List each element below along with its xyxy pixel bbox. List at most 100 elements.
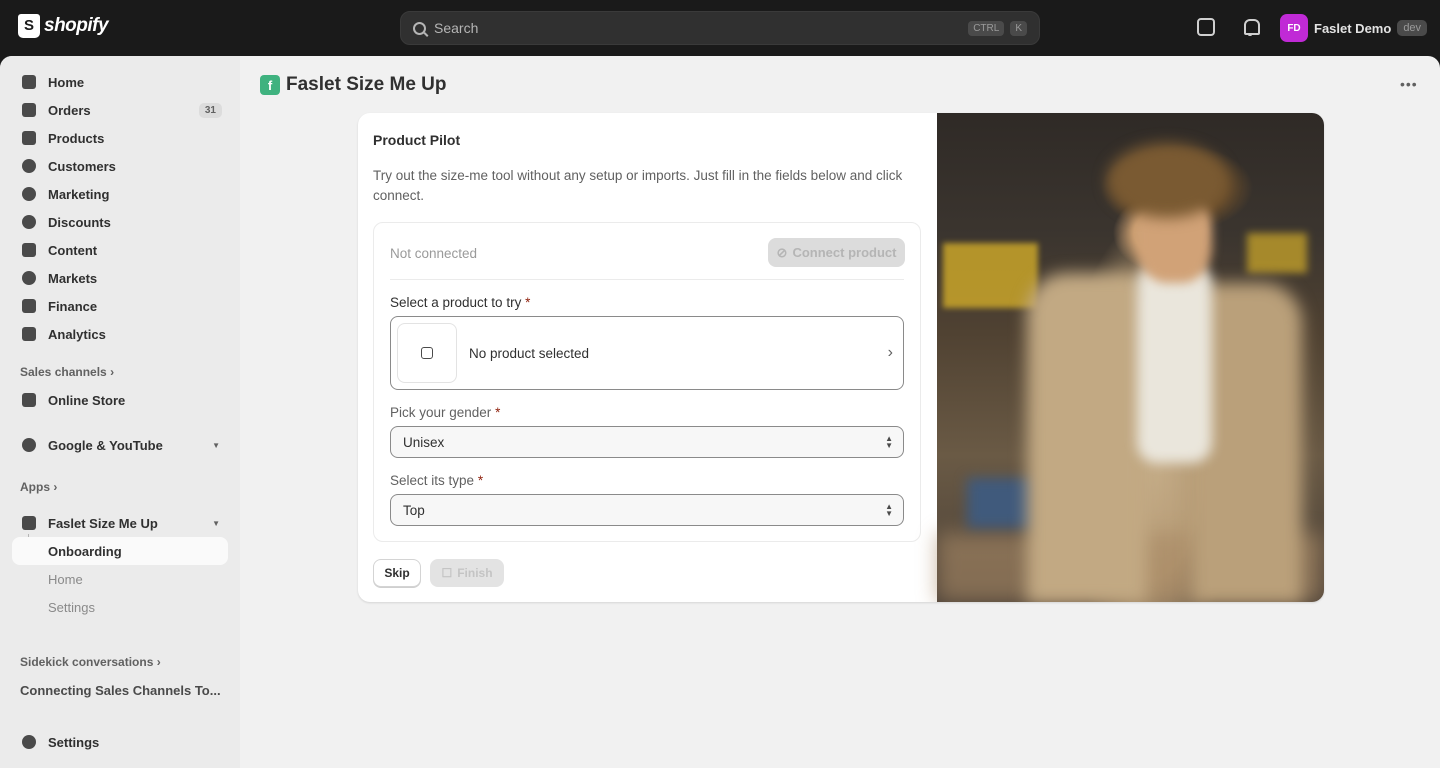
gear-icon bbox=[22, 735, 36, 749]
hero-image bbox=[937, 113, 1324, 602]
bank-icon bbox=[22, 299, 36, 313]
sidebar-item-markets[interactable]: Markets bbox=[12, 264, 228, 292]
card-form-section: Product Pilot Try out the size-me tool w… bbox=[358, 113, 937, 602]
tag-icon bbox=[22, 131, 36, 145]
skip-button[interactable]: Skip bbox=[373, 559, 421, 587]
search-bar[interactable]: Search CTRL K bbox=[400, 11, 1040, 45]
sidebar-item-discounts[interactable]: Discounts bbox=[12, 208, 228, 236]
product-field-label: Select a product to try * bbox=[390, 295, 530, 310]
product-picker[interactable]: No product selected › bbox=[390, 316, 904, 390]
top-bar: shopify Search CTRL K FD Faslet Demo dev bbox=[0, 0, 1440, 56]
sidebar-subitem-label: Home bbox=[48, 571, 83, 587]
target-icon bbox=[22, 187, 36, 201]
sidebar-item-analytics[interactable]: Analytics bbox=[12, 320, 228, 348]
sidebar-item-label: Analytics bbox=[48, 326, 106, 342]
chart-icon bbox=[22, 327, 36, 341]
connect-product-button[interactable]: ⊘ Connect product bbox=[768, 238, 905, 267]
sidebar-subitem-onboarding[interactable]: Onboarding bbox=[12, 537, 228, 565]
search-shortcut: CTRL K bbox=[968, 20, 1027, 36]
page-title-text: Faslet Size Me Up bbox=[286, 74, 447, 95]
sidebar-item-faslet-app[interactable]: Faslet Size Me Up ▼ bbox=[12, 509, 228, 537]
sidekick-conversation-label: Connecting Sales Channels To... bbox=[20, 683, 221, 698]
shopify-bag-icon bbox=[18, 14, 40, 38]
sidebar-item-orders[interactable]: Orders 31 bbox=[12, 96, 228, 124]
shopify-logo[interactable]: shopify bbox=[18, 14, 109, 38]
user-name: Faslet Demo bbox=[1314, 20, 1392, 36]
sidekick-heading[interactable]: Sidekick conversations › bbox=[20, 655, 161, 669]
orders-count-badge: 31 bbox=[198, 102, 222, 118]
sidebar: Home Orders 31 Products Customers Market… bbox=[0, 56, 240, 768]
home-icon bbox=[22, 75, 36, 89]
shopify-logo-text: shopify bbox=[44, 15, 109, 36]
sidebar-item-marketing[interactable]: Marketing bbox=[12, 180, 228, 208]
gender-select[interactable]: Unisex ▲ ▼ bbox=[390, 426, 904, 458]
sidebar-item-label: Customers bbox=[48, 158, 116, 174]
type-select[interactable]: Top ▲ ▼ bbox=[390, 494, 904, 526]
type-select-value: Top bbox=[403, 502, 425, 518]
google-icon bbox=[22, 438, 36, 452]
dev-store-badge: dev bbox=[1397, 20, 1428, 36]
type-field-label: Select its type * bbox=[390, 473, 483, 488]
sidebar-item-content[interactable]: Content bbox=[12, 236, 228, 264]
product-pilot-card: Product Pilot Try out the size-me tool w… bbox=[358, 113, 1324, 602]
user-menu[interactable]: FD Faslet Demo dev bbox=[1280, 14, 1428, 42]
person-icon bbox=[22, 159, 36, 173]
sidebar-subitem-settings[interactable]: Settings bbox=[12, 593, 228, 621]
link-icon: ⊘ bbox=[776, 244, 788, 260]
sidekick-conversation-item[interactable]: Connecting Sales Channels To... bbox=[20, 683, 221, 698]
sidebar-subitem-label: Settings bbox=[48, 599, 95, 615]
product-thumbnail bbox=[397, 323, 457, 383]
caret-down-icon: ▼ bbox=[212, 518, 220, 528]
sidebar-item-google-youtube[interactable]: Google & YouTube ▼ bbox=[12, 431, 228, 459]
section-label-text: Apps bbox=[20, 480, 50, 494]
button-label: Finish bbox=[457, 566, 493, 580]
chevron-right-icon: › bbox=[887, 344, 893, 361]
orders-icon bbox=[22, 103, 36, 117]
more-actions-button[interactable]: ••• bbox=[1400, 76, 1418, 92]
faslet-app-icon bbox=[22, 516, 36, 530]
notification-bell-icon[interactable] bbox=[1241, 18, 1260, 36]
sidebar-item-label: Finance bbox=[48, 298, 98, 314]
photo-shirt bbox=[1137, 263, 1212, 463]
sales-channels-heading[interactable]: Sales channels › bbox=[20, 365, 114, 379]
sidebar-item-settings[interactable]: Settings bbox=[12, 728, 228, 756]
sidebar-item-label: Products bbox=[48, 130, 105, 146]
sidebar-item-home[interactable]: Home bbox=[12, 68, 228, 96]
chevron-right-icon: › bbox=[110, 365, 115, 379]
store-icon bbox=[22, 393, 36, 407]
required-mark: * bbox=[477, 473, 484, 488]
sidebar-item-label: Settings bbox=[48, 734, 100, 750]
required-mark: * bbox=[525, 295, 531, 310]
image-placeholder-icon bbox=[421, 347, 433, 359]
shortcut-key-k: K bbox=[1010, 20, 1027, 36]
sidebar-item-customers[interactable]: Customers bbox=[12, 152, 228, 180]
search-input[interactable]: Search bbox=[434, 20, 478, 36]
discount-icon bbox=[22, 215, 36, 229]
label-text: Pick your gender bbox=[390, 405, 492, 420]
sidebar-item-label: Marketing bbox=[48, 186, 110, 202]
sidebar-item-label: Online Store bbox=[48, 392, 126, 408]
globe-icon bbox=[22, 271, 36, 285]
sidebar-item-finance[interactable]: Finance bbox=[12, 292, 228, 320]
label-text: Select a product to try bbox=[390, 295, 522, 310]
sidebar-item-label: Faslet Size Me Up bbox=[48, 515, 158, 531]
sidebar-subitem-label: Onboarding bbox=[48, 543, 122, 559]
store-icon[interactable] bbox=[1197, 18, 1215, 36]
page-title: f Faslet Size Me Up bbox=[260, 74, 447, 96]
sidebar-item-online-store[interactable]: Online Store bbox=[12, 386, 228, 414]
sidebar-item-label: Orders bbox=[48, 102, 91, 118]
sidebar-item-label: Discounts bbox=[48, 214, 111, 230]
label-text: Select its type bbox=[390, 473, 475, 488]
apps-heading[interactable]: Apps › bbox=[20, 480, 57, 494]
button-label: Connect product bbox=[792, 245, 897, 260]
photo-shelf bbox=[943, 243, 1038, 308]
caret-down-icon: ▼ bbox=[212, 440, 220, 450]
avatar: FD bbox=[1280, 14, 1308, 42]
connection-status: Not connected bbox=[390, 246, 478, 261]
search-icon bbox=[413, 21, 426, 35]
admin-shell: Home Orders 31 Products Customers Market… bbox=[0, 56, 1440, 768]
finish-button[interactable]: ☐ Finish bbox=[430, 559, 504, 587]
section-label-text: Sidekick conversations bbox=[20, 655, 154, 669]
sidebar-item-products[interactable]: Products bbox=[12, 124, 228, 152]
sidebar-subitem-home[interactable]: Home bbox=[12, 565, 228, 593]
